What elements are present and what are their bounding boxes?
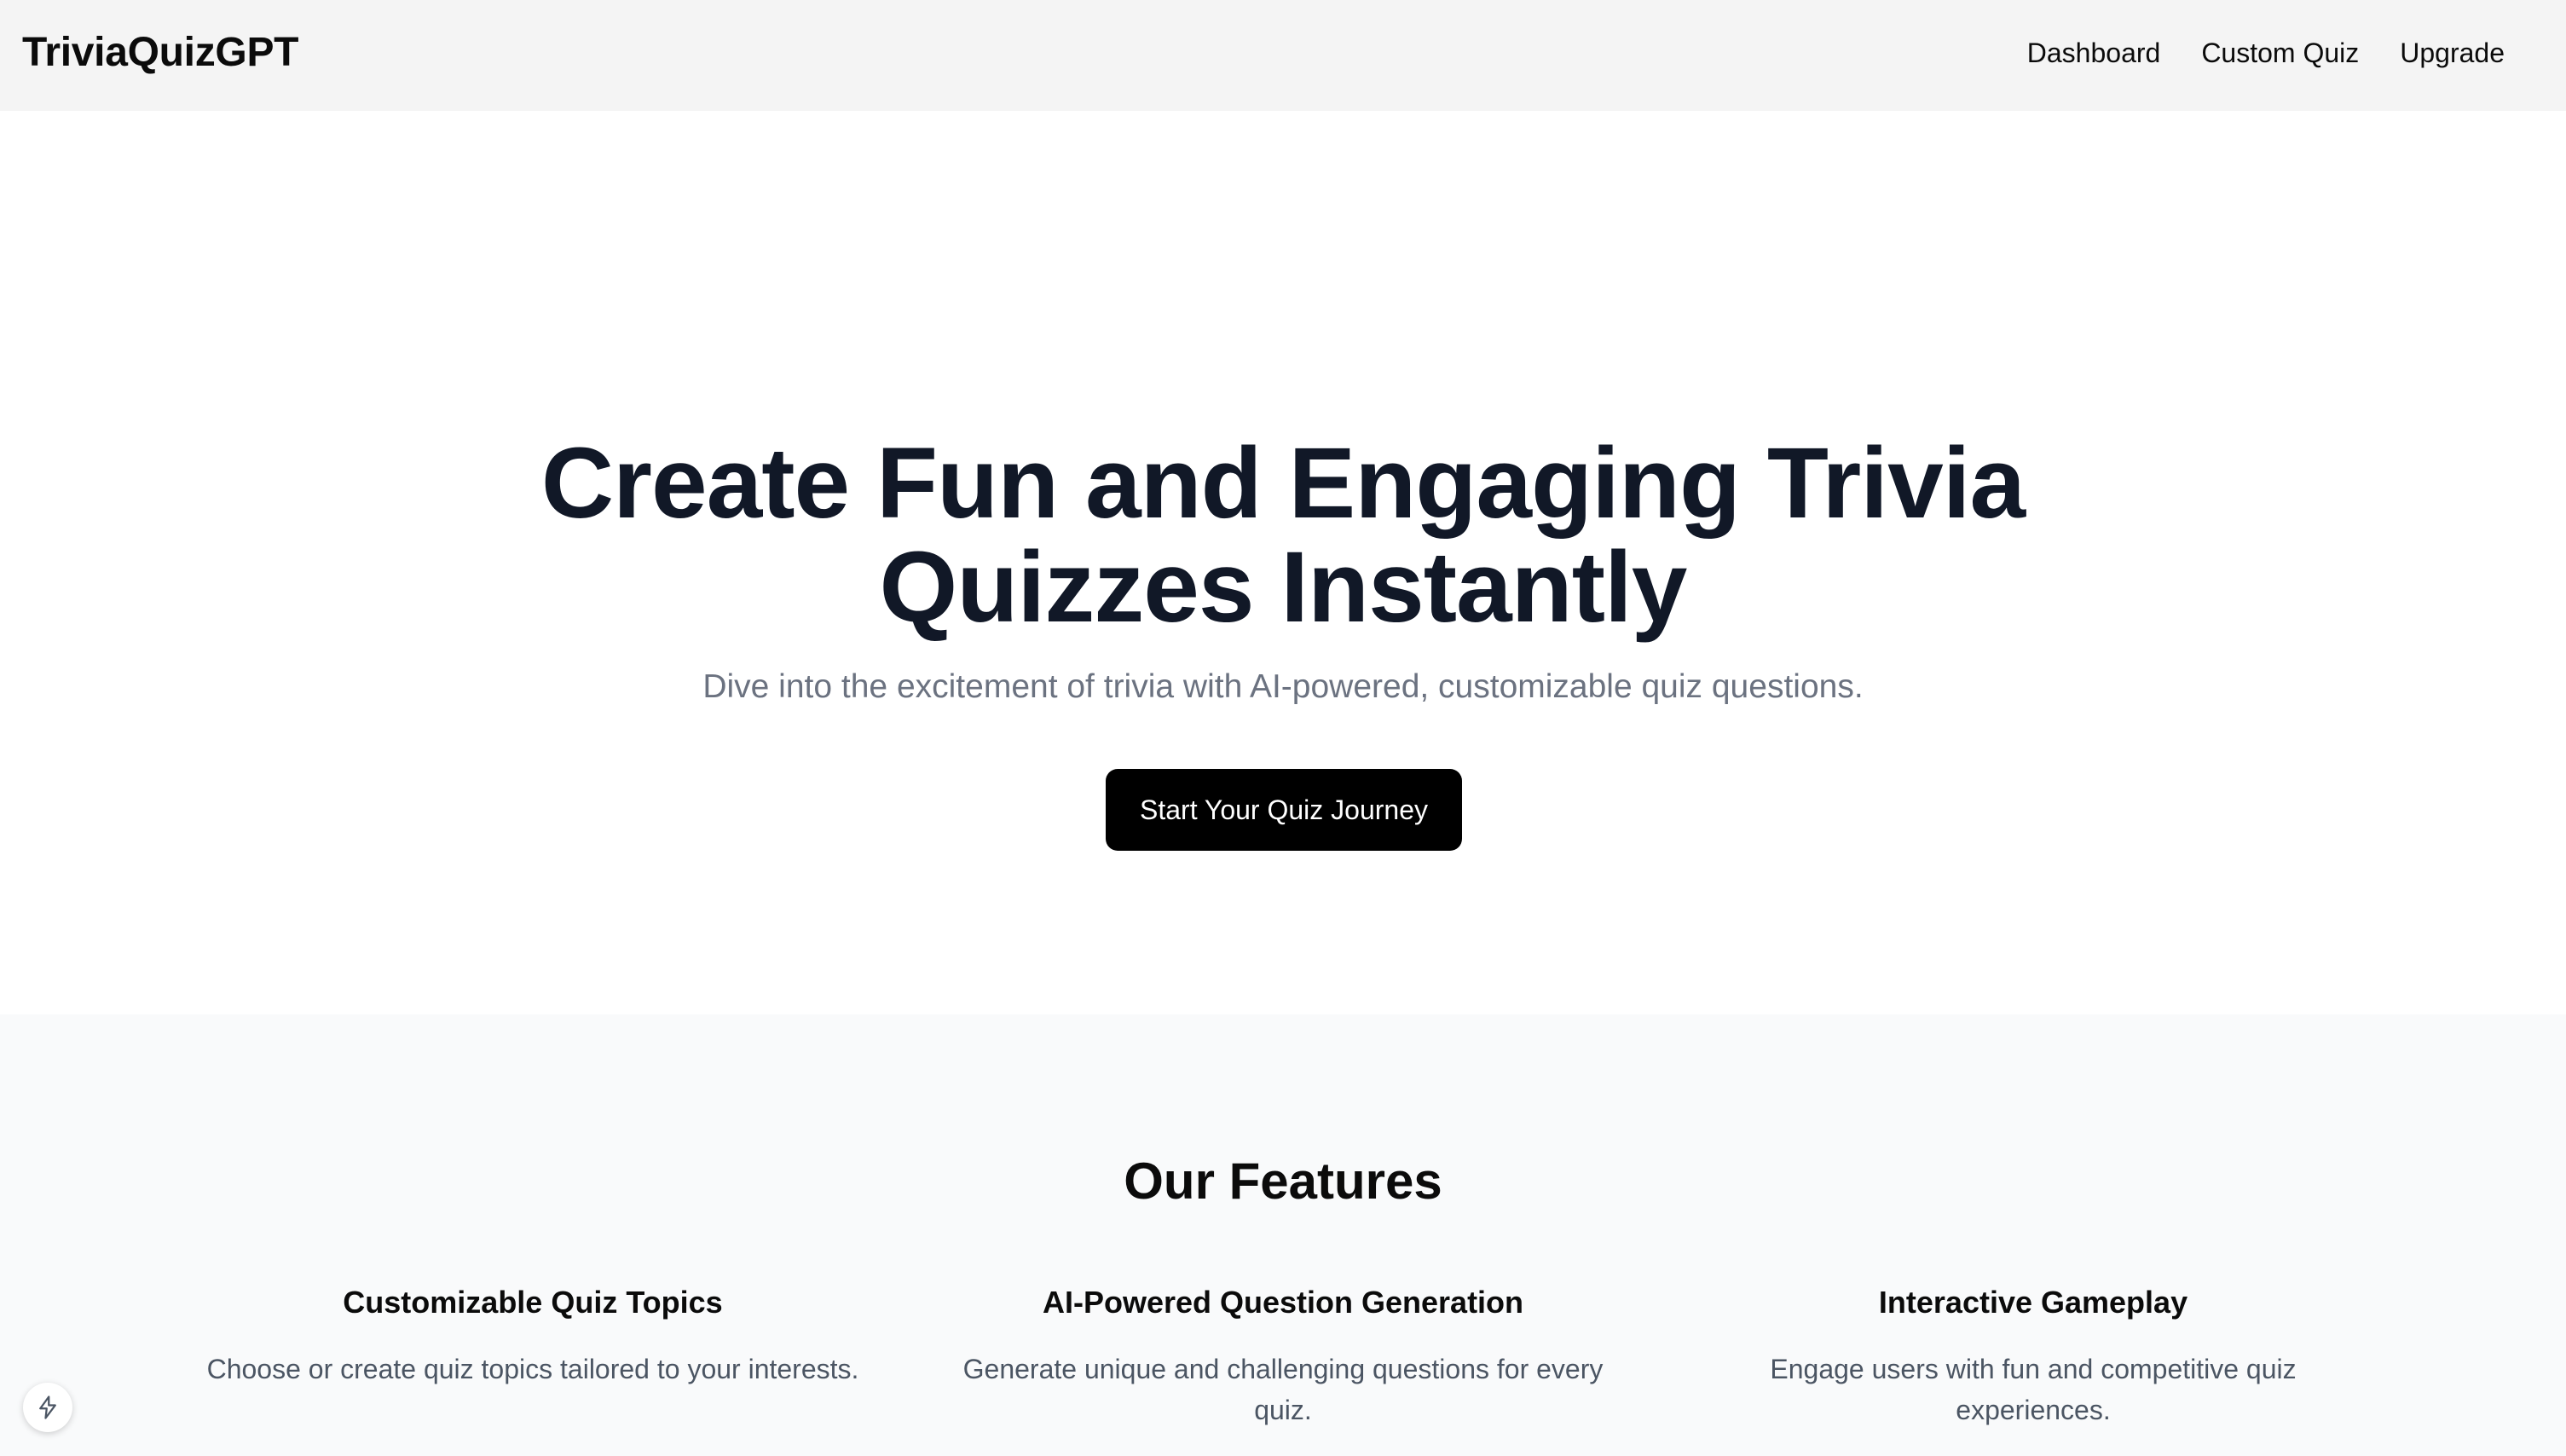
hero-title-line-1: Create Fun and Engaging Trivia xyxy=(540,427,2026,540)
features-heading: Our Features xyxy=(1124,1153,1442,1210)
top-nav-bar: TriviaQuizGPT Dashboard Custom Quiz Upgr… xyxy=(0,0,2566,111)
hero-section: Create Fun and Engaging Trivia Quizzes I… xyxy=(0,111,2566,1014)
nav-link-upgrade[interactable]: Upgrade xyxy=(2400,34,2505,72)
feature-description: Generate unique and challenging question… xyxy=(962,1354,1604,1425)
feature-card-interactive-gameplay: Interactive Gameplay Engage users with f… xyxy=(1692,1284,2374,1430)
brand-logo[interactable]: TriviaQuizGPT xyxy=(22,29,298,77)
hero-title: Create Fun and Engaging Trivia Quizzes I… xyxy=(431,431,2135,639)
page: TriviaQuizGPT Dashboard Custom Quiz Upgr… xyxy=(0,0,2566,1456)
feature-card-ai-question-generation: AI-Powered Question Generation Generate … xyxy=(942,1284,1624,1430)
start-quiz-journey-button[interactable]: Start Your Quiz Journey xyxy=(1106,769,1462,851)
feature-description: Engage users with fun and competitive qu… xyxy=(1770,1354,2297,1425)
hero-title-line-2: Quizzes Instantly xyxy=(879,531,1688,644)
nav-link-dashboard[interactable]: Dashboard xyxy=(2027,34,2161,72)
main-nav: Dashboard Custom Quiz Upgrade xyxy=(2027,34,2505,72)
floating-bolt-badge[interactable] xyxy=(23,1383,72,1432)
feature-title: Customizable Quiz Topics xyxy=(343,1285,723,1320)
features-section: Our Features Customizable Quiz Topics Ch… xyxy=(0,1014,2566,1456)
lightning-bolt-icon xyxy=(39,1395,56,1419)
feature-title: AI-Powered Question Generation xyxy=(1042,1285,1524,1320)
feature-card-customizable-topics: Customizable Quiz Topics Choose or creat… xyxy=(192,1284,874,1390)
feature-title: Interactive Gameplay xyxy=(1878,1285,2188,1320)
feature-description: Choose or create quiz topics tailored to… xyxy=(206,1354,859,1384)
hero-subtitle: Dive into the excitement of trivia with … xyxy=(702,668,1864,705)
nav-link-custom-quiz[interactable]: Custom Quiz xyxy=(2201,34,2359,72)
